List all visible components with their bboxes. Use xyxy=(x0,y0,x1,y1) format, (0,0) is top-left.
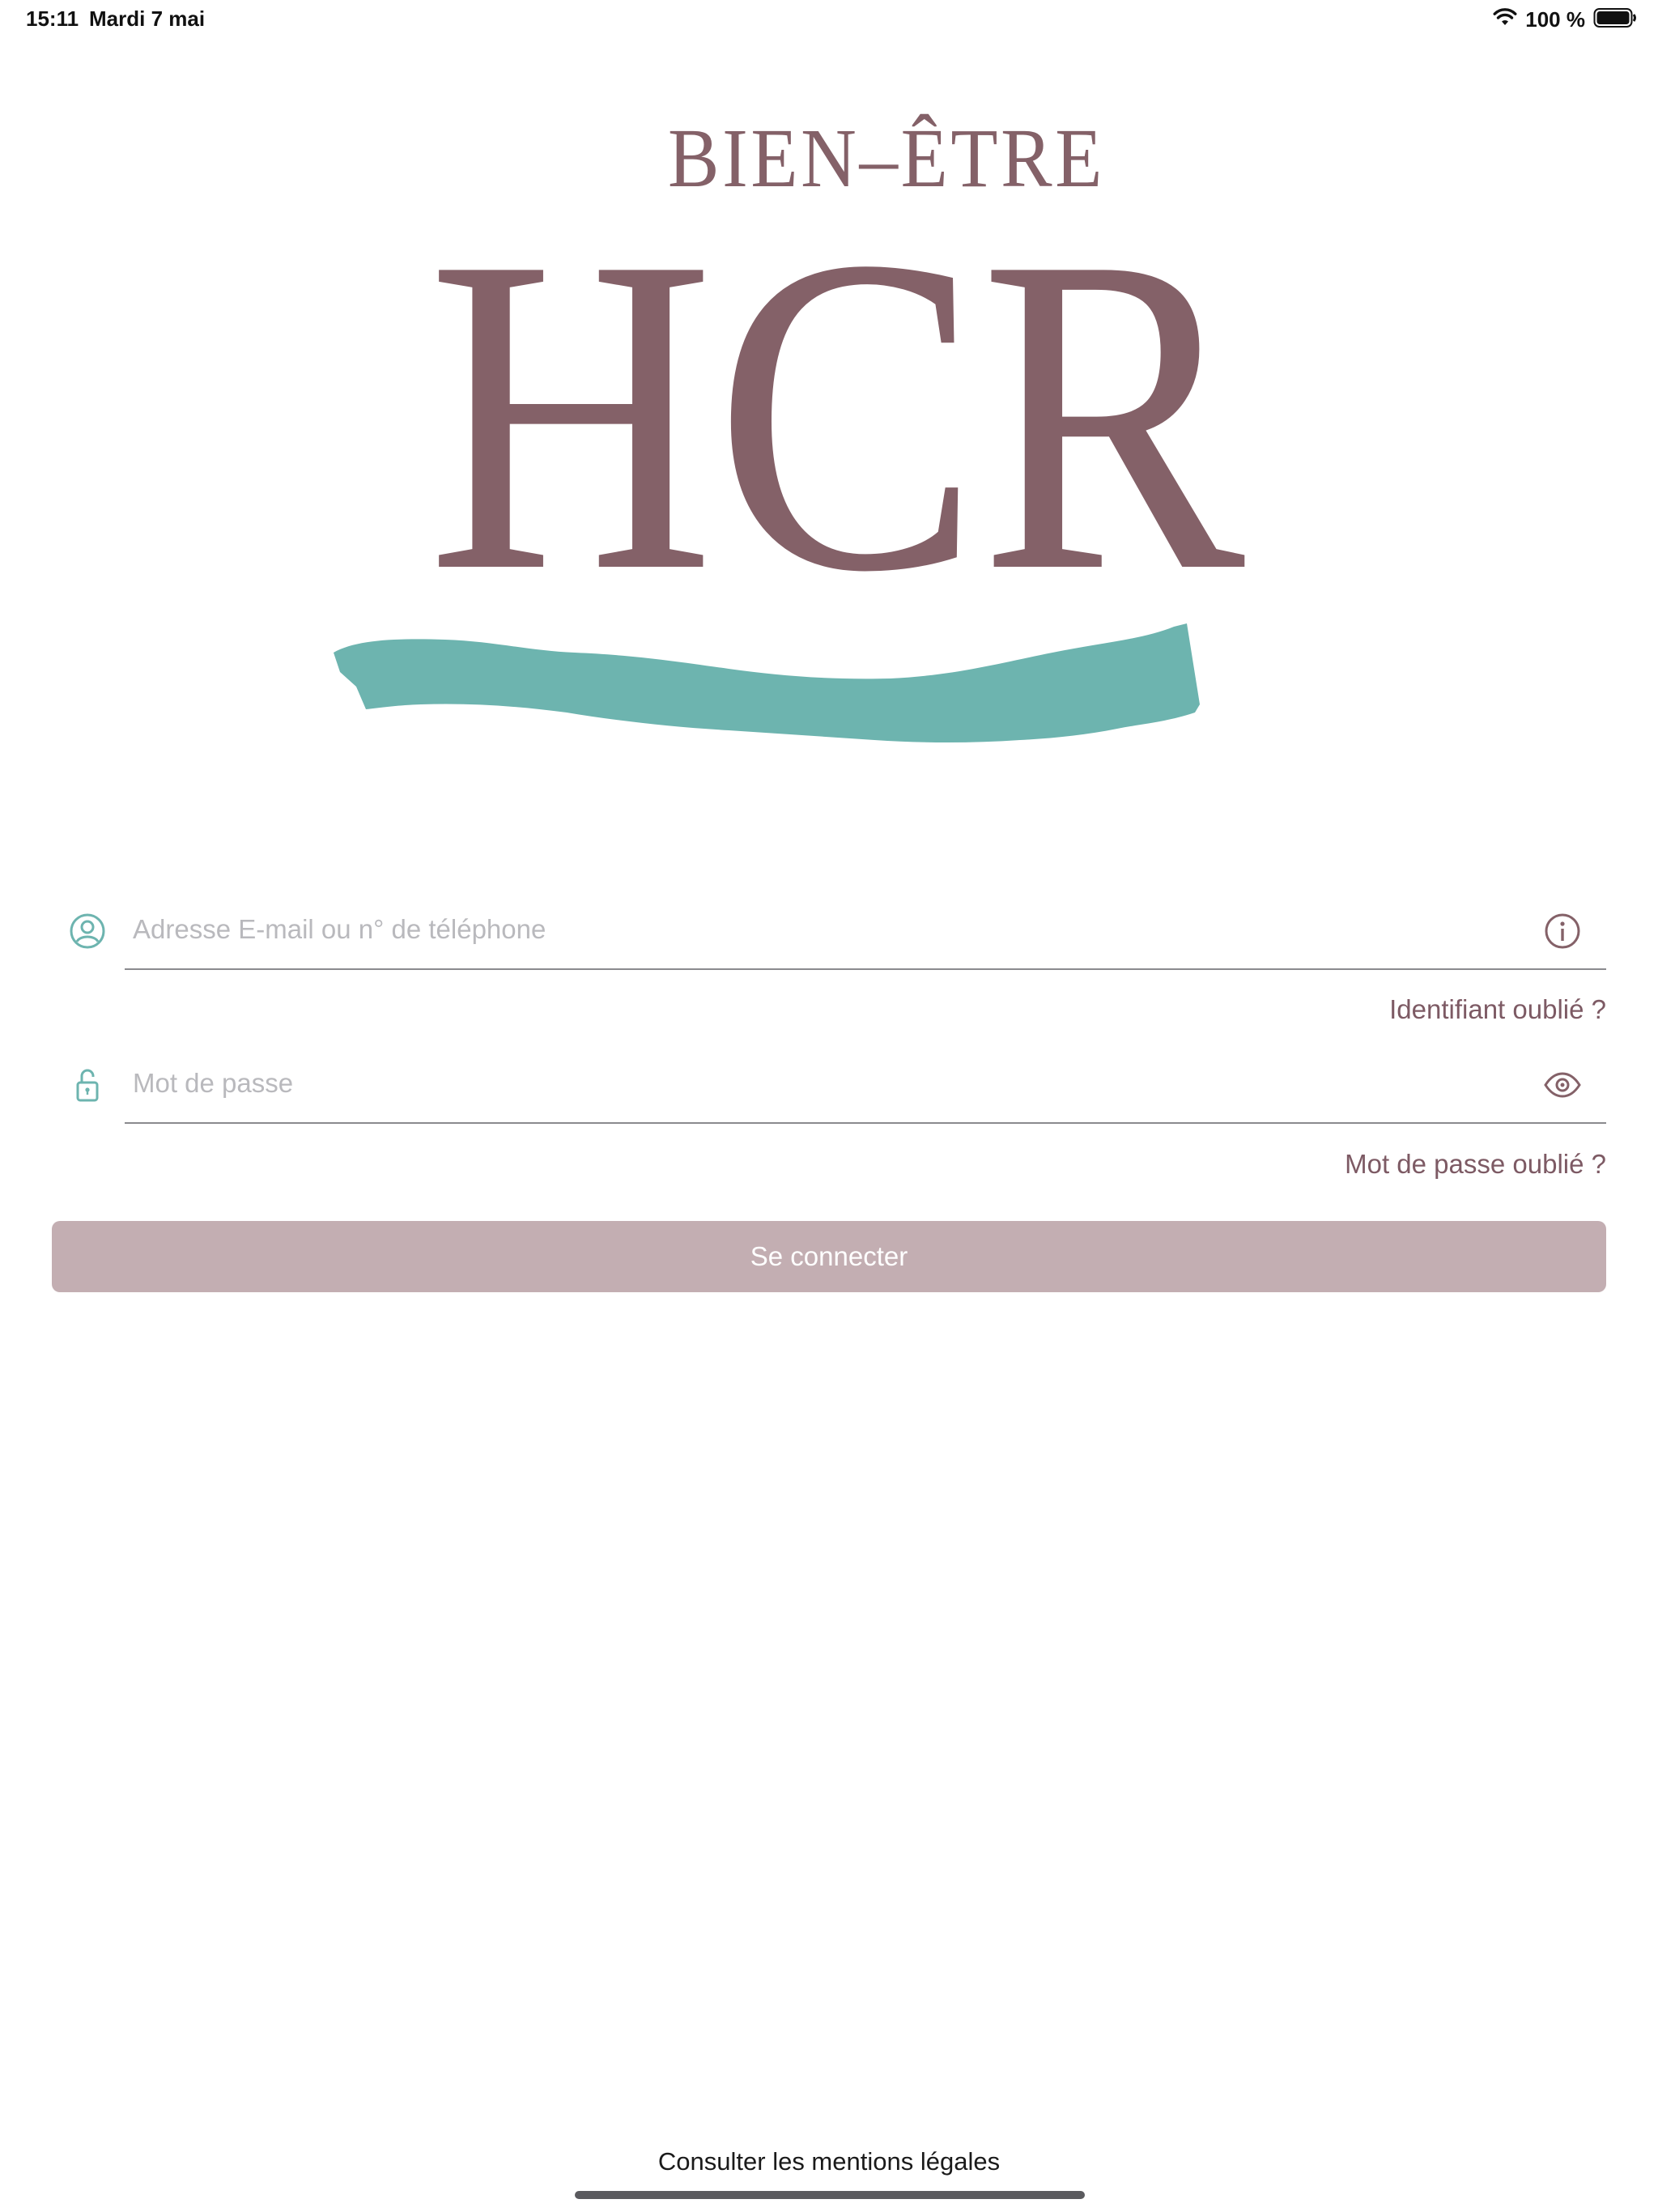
info-icon[interactable] xyxy=(1543,912,1582,951)
status-indicators: 100 % xyxy=(1493,6,1637,32)
home-indicator[interactable] xyxy=(575,2191,1085,2199)
svg-text:HCR: HCR xyxy=(427,164,1247,666)
status-bar: 15:11 Mardi 7 mai 100 % xyxy=(0,0,1658,39)
status-time: 15:11 xyxy=(26,6,79,31)
identifier-field xyxy=(52,891,1606,972)
password-input[interactable] xyxy=(125,1044,1501,1122)
identifier-underline xyxy=(125,968,1606,970)
lock-icon xyxy=(68,1066,107,1104)
user-circle-icon xyxy=(68,912,107,951)
brand-logo: BIEN–ÊTRE HCR xyxy=(324,113,1344,842)
forgot-identifier-link[interactable]: Identifiant oublié ? xyxy=(1389,994,1606,1025)
legal-notice-link[interactable]: Consulter les mentions légales xyxy=(0,2147,1658,2176)
login-button[interactable]: Se connecter xyxy=(52,1221,1606,1292)
logo-graphic: BIEN–ÊTRE HCR xyxy=(334,113,1247,742)
battery-icon xyxy=(1593,7,1637,32)
wifi-icon xyxy=(1493,7,1517,32)
battery-percentage: 100 % xyxy=(1525,6,1585,32)
identifier-input[interactable] xyxy=(125,891,1501,968)
password-field xyxy=(52,1044,1606,1125)
status-date: Mardi 7 mai xyxy=(89,6,206,31)
eye-icon[interactable] xyxy=(1543,1066,1582,1104)
password-underline xyxy=(125,1122,1606,1124)
forgot-password-link[interactable]: Mot de passe oublié ? xyxy=(1345,1149,1606,1180)
